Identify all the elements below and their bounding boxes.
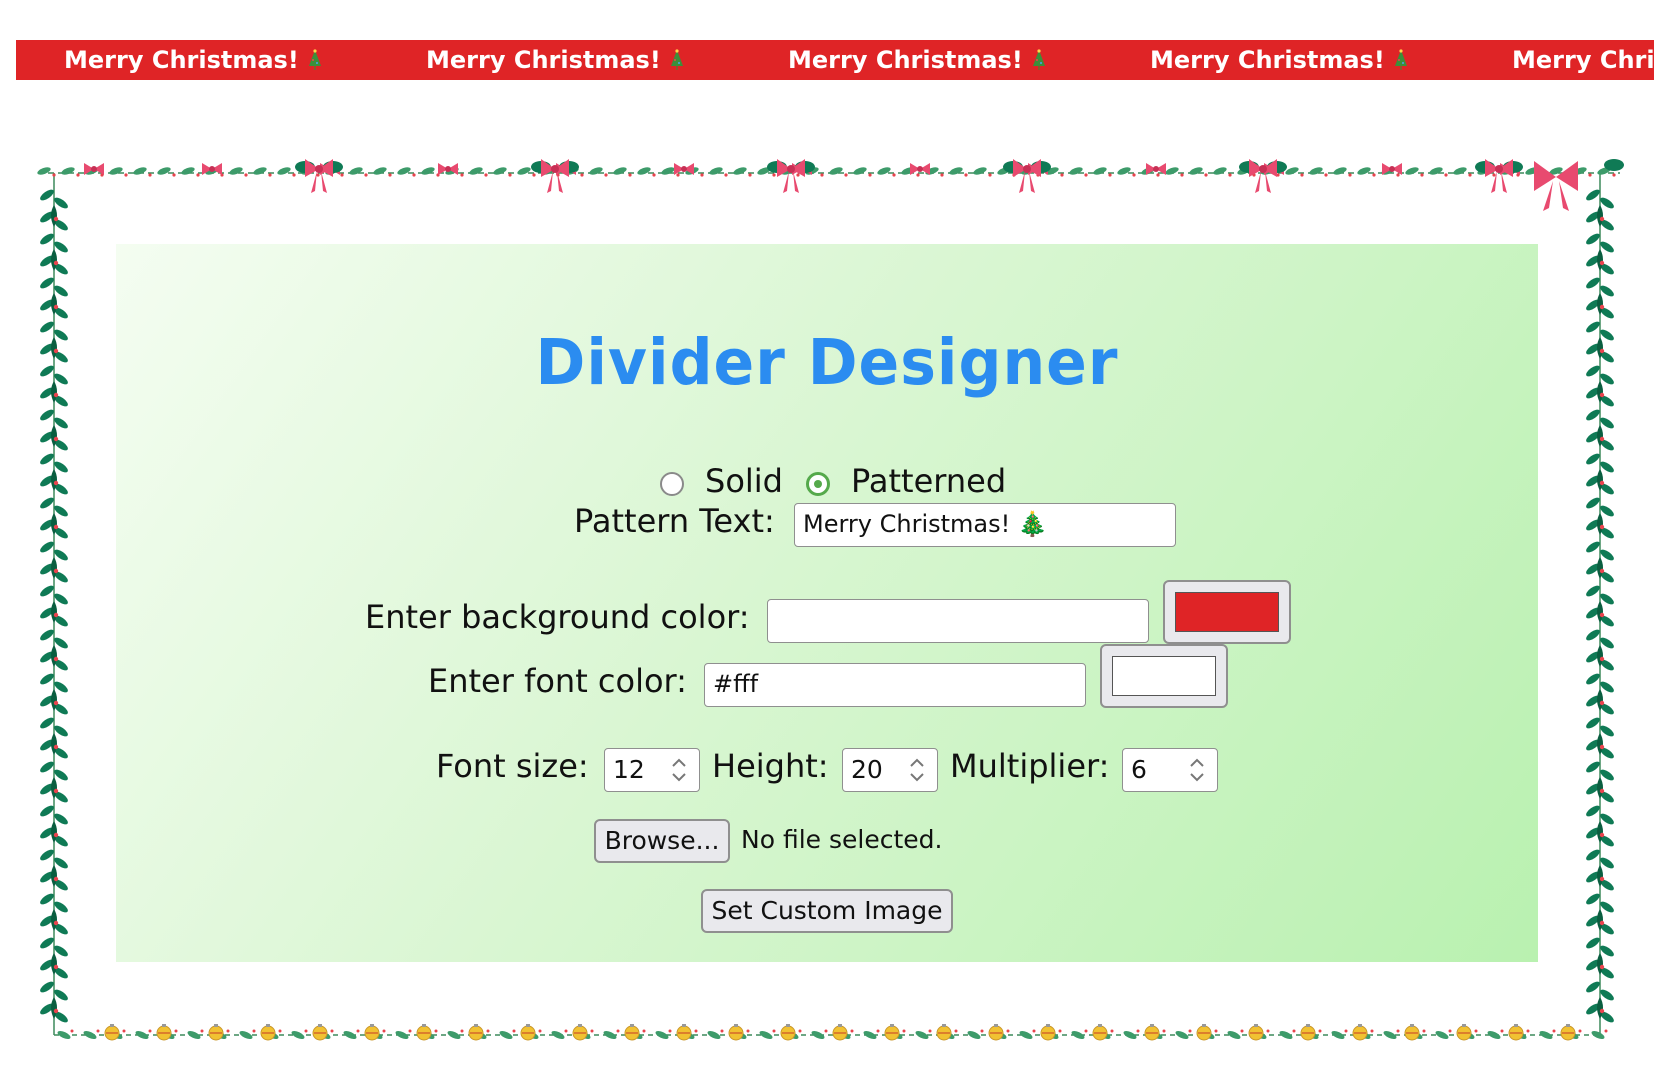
background-color-input[interactable] <box>767 599 1149 643</box>
banner-text: Merry Christmas! <box>1150 46 1385 74</box>
banner-item: Merry Christmas! <box>788 40 1047 80</box>
christmas-tree-icon <box>670 49 683 70</box>
font-size-label: Font size: <box>436 747 589 785</box>
font-color-input[interactable]: #fff <box>704 663 1086 707</box>
radio-solid-label[interactable]: Solid <box>705 462 783 500</box>
multiplier-value: 6 <box>1131 755 1147 784</box>
radio-solid[interactable] <box>660 472 684 496</box>
set-custom-image-button[interactable]: Set Custom Image <box>701 889 953 933</box>
banner-text: Merry Christmas! <box>788 46 1023 74</box>
radio-patterned-label[interactable]: Patterned <box>851 462 1006 500</box>
font-color-swatch <box>1112 656 1216 696</box>
banner-text: Merry Christmas! <box>64 46 299 74</box>
christmas-tree-icon <box>1394 49 1407 70</box>
page-title: Divider Designer <box>535 326 1119 400</box>
background-color-label: Enter background color: <box>365 598 750 636</box>
radio-patterned[interactable] <box>806 472 830 496</box>
banner-item: Merry Christmas! <box>426 40 685 80</box>
multiplier-stepper[interactable]: 6 <box>1122 748 1218 792</box>
height-value: 20 <box>851 755 883 784</box>
font-size-stepper[interactable]: 12 <box>604 748 700 792</box>
multiplier-label: Multiplier: <box>950 747 1110 785</box>
background-color-swatch <box>1175 592 1279 632</box>
font-size-value: 12 <box>613 755 645 784</box>
divider-preview-banner: Merry Christmas! Merry Christmas! Merry Ch… <box>16 40 1654 80</box>
font-color-picker[interactable] <box>1100 644 1228 708</box>
background-color-picker[interactable] <box>1163 580 1291 644</box>
christmas-tree-icon <box>1032 49 1045 70</box>
banner-item: Merry Christmas! <box>64 40 323 80</box>
file-status-text: No file selected. <box>741 825 943 854</box>
stepper-arrows-icon[interactable] <box>907 755 927 785</box>
stepper-arrows-icon[interactable] <box>1187 755 1207 785</box>
banner-text: Merry Christmas! <box>1512 46 1654 74</box>
height-stepper[interactable]: 20 <box>842 748 938 792</box>
font-color-label: Enter font color: <box>428 662 687 700</box>
christmas-tree-icon <box>308 49 321 70</box>
pattern-text-input[interactable]: Merry Christmas! 🎄 <box>794 503 1176 547</box>
stepper-arrows-icon[interactable] <box>669 755 689 785</box>
pattern-text-label: Pattern Text: <box>574 502 775 540</box>
browse-button[interactable]: Browse... <box>594 819 730 863</box>
banner-item: Merry Christmas! <box>1150 40 1409 80</box>
banner-text: Merry Christmas! <box>426 46 661 74</box>
banner-item: Merry Christmas! <box>1512 40 1654 80</box>
height-label: Height: <box>712 747 829 785</box>
